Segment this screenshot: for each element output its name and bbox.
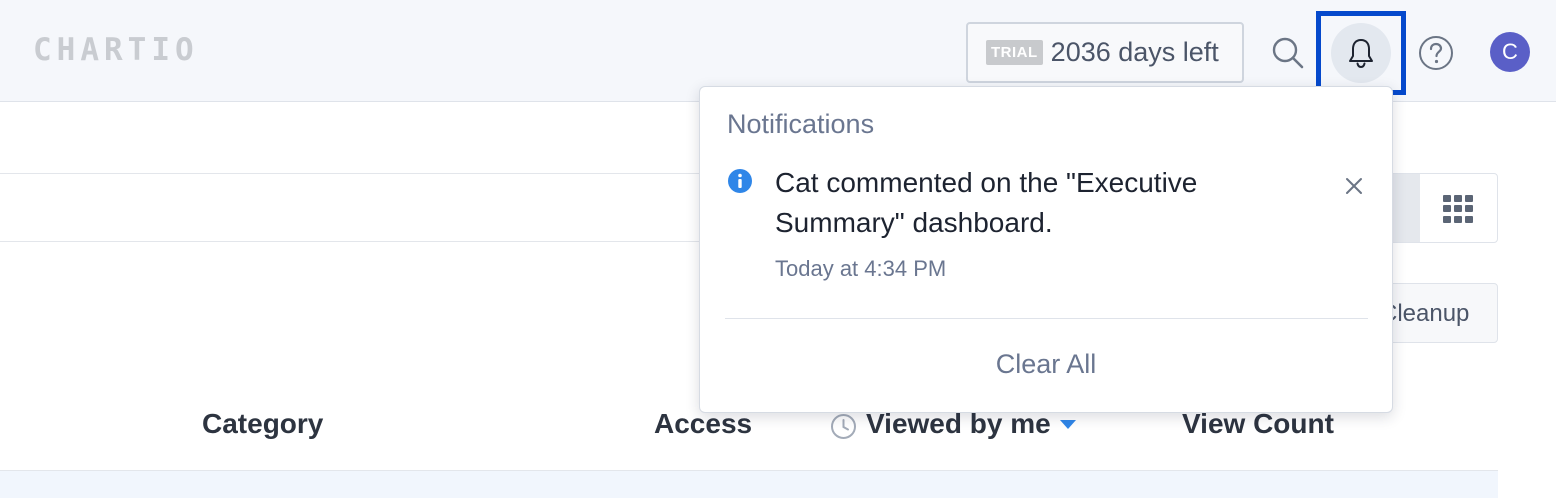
column-header-category[interactable]: Category (202, 408, 323, 440)
sort-descending-icon[interactable] (1060, 420, 1076, 429)
cleanup-label: Cleanup (1380, 300, 1470, 327)
help-icon[interactable] (1416, 33, 1456, 73)
bell-icon (1331, 23, 1391, 83)
notification-timestamp: Today at 4:34 PM (775, 256, 947, 281)
view-toggle (1386, 173, 1498, 243)
app-logo[interactable]: CHARTIO (33, 32, 199, 68)
search-icon[interactable] (1268, 33, 1308, 73)
table-row[interactable] (0, 470, 1498, 498)
grid-view-icon[interactable] (1443, 195, 1473, 223)
trial-button[interactable]: TRIAL 2036 days left (966, 22, 1244, 83)
trial-badge: TRIAL (986, 40, 1043, 65)
clock-icon (830, 413, 857, 445)
clear-all-button[interactable]: Clear All (700, 349, 1392, 380)
divider (725, 318, 1368, 319)
close-icon[interactable] (1341, 173, 1367, 199)
notifications-button[interactable] (1316, 11, 1406, 95)
user-avatar[interactable]: C (1490, 32, 1530, 72)
notifications-title: Notifications (727, 109, 875, 139)
notification-message[interactable]: Cat commented on the "Executive Summary"… (775, 163, 1275, 243)
notifications-popup: Notifications Cat commented on the "Exec… (699, 86, 1393, 413)
info-icon (727, 168, 753, 199)
trial-days-left: 2036 days left (1050, 37, 1219, 67)
cleanup-button[interactable]: Cleanup (1380, 283, 1498, 343)
